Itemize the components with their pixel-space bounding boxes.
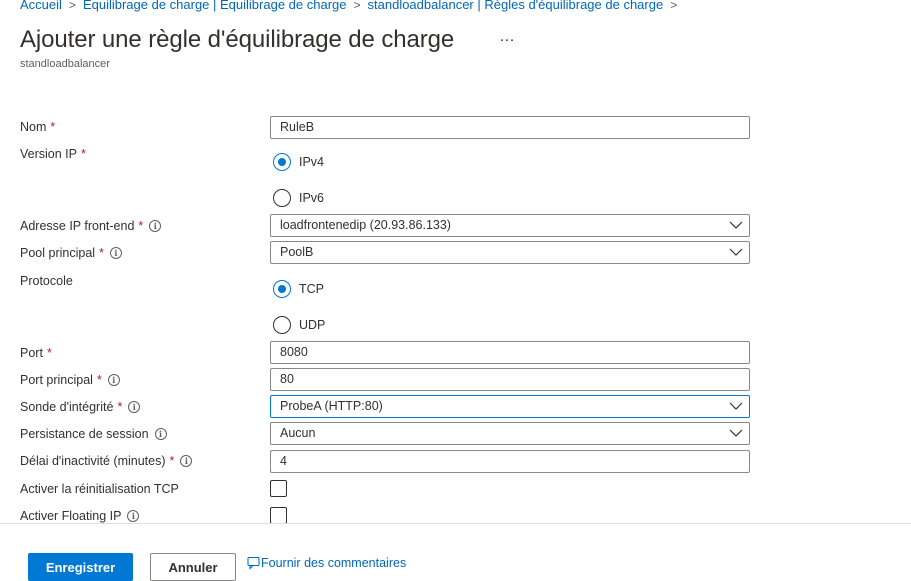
backend-port-field-value: 80 (280, 372, 294, 386)
required-marker: * (138, 219, 144, 233)
radio-ipv4-circle[interactable] (273, 153, 291, 171)
backend-port-label: Port principal * i (20, 373, 120, 387)
chevron-right-icon: > (670, 0, 678, 12)
radio-ipv4-label: IPv4 (299, 155, 325, 169)
port-label: Port * (20, 346, 52, 360)
name-label-text: Nom (20, 120, 47, 134)
radio-tcp-circle[interactable] (273, 280, 291, 298)
backend-pool-value: PoolB (280, 245, 314, 259)
backend-port-field[interactable]: 80 (270, 368, 750, 391)
info-icon[interactable]: i (128, 401, 141, 413)
chevron-down-icon (729, 429, 743, 437)
backend-port-label-text: Port principal (20, 373, 93, 387)
idle-timeout-label: Délai d'inactivité (minutes) * i (20, 454, 193, 468)
name-field-value: RuleB (280, 120, 315, 134)
backend-pool-select[interactable]: PoolB (270, 241, 750, 264)
backend-pool-label: Pool principal * i (20, 246, 122, 260)
health-probe-select[interactable]: ProbeA (HTTP:80) (270, 395, 750, 418)
cancel-button[interactable]: Annuler (150, 553, 236, 581)
radio-udp[interactable]: UDP (273, 316, 325, 334)
idle-timeout-field[interactable]: 4 (270, 450, 750, 473)
required-marker: * (99, 246, 104, 260)
session-persistence-select[interactable]: Aucun (270, 422, 750, 445)
radio-ipv6-circle[interactable] (273, 189, 291, 207)
ip-version-label-text: Version IP (20, 147, 77, 161)
chevron-down-icon (729, 221, 743, 229)
ip-version-label: Version IP * (20, 147, 86, 161)
required-marker: * (80, 147, 86, 161)
protocol-label-text: Protocole (20, 274, 73, 288)
session-persistence-label-text: Persistance de session (20, 427, 149, 441)
frontend-ip-label-text: Adresse IP front-end (20, 219, 135, 233)
tcp-reset-checkbox[interactable] (270, 480, 287, 497)
port-field[interactable]: 8080 (270, 341, 750, 364)
health-probe-label: Sonde d'intégrité * i (20, 400, 141, 414)
frontend-ip-value: loadfrontenedip (20.93.86.133) (280, 218, 451, 232)
radio-ipv6-label: IPv6 (299, 191, 325, 205)
idle-timeout-field-value: 4 (280, 454, 287, 468)
chevron-right-icon: > (353, 0, 361, 12)
info-icon[interactable]: i (180, 455, 193, 467)
breadcrumb-load-balancing[interactable]: Équilibrage de charge | Équilibrage de c… (83, 0, 347, 12)
info-icon[interactable]: i (154, 428, 167, 440)
page-title: Ajouter une règle d'équilibrage de charg… (20, 26, 455, 53)
frontend-ip-select[interactable]: loadfrontenedip (20.93.86.133) (270, 214, 750, 237)
name-field[interactable]: RuleB (270, 116, 750, 139)
radio-tcp[interactable]: TCP (273, 280, 324, 298)
radio-ipv6[interactable]: IPv6 (273, 189, 324, 207)
footer-divider (0, 523, 911, 524)
page-subtitle: standloadbalancer (20, 58, 110, 70)
protocol-label: Protocole (20, 274, 73, 288)
floating-ip-checkbox[interactable] (270, 507, 287, 524)
required-marker: * (96, 373, 102, 387)
radio-tcp-label: TCP (299, 282, 324, 296)
info-icon[interactable]: i (127, 510, 140, 522)
required-marker: * (46, 346, 52, 360)
name-label: Nom * (20, 120, 55, 134)
required-marker: * (50, 120, 56, 134)
breadcrumb-lb-rules[interactable]: standloadbalancer | Règles d'équilibrage… (368, 0, 664, 12)
health-probe-value: ProbeA (HTTP:80) (280, 399, 383, 413)
radio-udp-circle[interactable] (273, 316, 291, 334)
info-icon[interactable]: i (109, 247, 122, 259)
radio-ipv4[interactable]: IPv4 (273, 153, 324, 171)
session-persistence-value: Aucun (280, 426, 316, 440)
health-probe-label-text: Sonde d'intégrité (20, 400, 114, 414)
info-icon[interactable]: i (149, 220, 162, 232)
save-button[interactable]: Enregistrer (28, 553, 133, 581)
breadcrumb: Accueil > Équilibrage de charge | Équilibr… (20, 0, 684, 15)
idle-timeout-label-text: Délai d'inactivité (minutes) (20, 454, 166, 468)
chevron-down-icon (729, 402, 743, 410)
port-label-text: Port (20, 346, 43, 360)
backend-pool-label-text: Pool principal (20, 246, 96, 260)
session-persistence-label: Persistance de session i (20, 427, 167, 441)
chevron-right-icon: > (68, 0, 76, 12)
chevron-down-icon (729, 248, 743, 256)
floating-ip-label: Activer Floating IP i (20, 509, 140, 523)
radio-udp-label: UDP (299, 318, 326, 332)
more-icon[interactable]: … (499, 28, 516, 46)
tcp-reset-label-text: Activer la réinitialisation TCP (20, 482, 179, 496)
breadcrumb-home[interactable]: Accueil (20, 0, 62, 12)
required-marker: * (169, 454, 175, 468)
frontend-ip-label: Adresse IP front-end * i (20, 219, 162, 233)
info-icon[interactable]: i (107, 374, 120, 386)
floating-ip-label-text: Activer Floating IP (20, 509, 122, 523)
required-marker: * (117, 400, 123, 414)
port-field-value: 8080 (280, 345, 308, 359)
tcp-reset-label: Activer la réinitialisation TCP (20, 482, 179, 496)
